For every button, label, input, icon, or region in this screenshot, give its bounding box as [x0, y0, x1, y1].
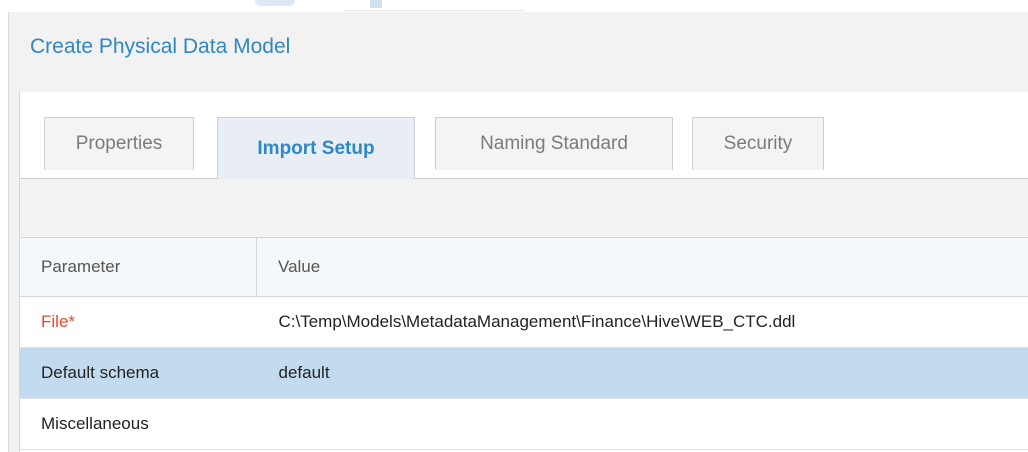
background-fragment	[370, 0, 382, 8]
tab-label: Naming Standard	[480, 133, 628, 154]
tab-security[interactable]: Security	[692, 117, 824, 170]
value-cell[interactable]	[256, 398, 1028, 450]
tab-bar: Properties Import Setup Naming Standard …	[20, 92, 1028, 179]
dialog-title: Create Physical Data Model	[30, 35, 291, 58]
grid-header-row: Parameter Value	[20, 238, 1028, 297]
tab-label: Security	[723, 133, 793, 154]
grid-row-default-schema[interactable]: Default schema default	[20, 347, 1028, 399]
create-physical-data-model-dialog: Create Physical Data Model Properties Im…	[8, 12, 1028, 452]
tab-import-setup[interactable]: Import Setup	[217, 117, 415, 179]
background-window-fragment	[0, 0, 540, 12]
parameter-cell: Miscellaneous	[20, 398, 257, 450]
grid-row-file[interactable]: File* C:\Temp\Models\MetadataManagement\…	[20, 296, 1028, 348]
tab-properties[interactable]: Properties	[44, 117, 194, 170]
grid-toolbar	[20, 179, 1028, 238]
grid-row-miscellaneous[interactable]: Miscellaneous	[20, 398, 1028, 450]
tab-label: Import Setup	[257, 137, 375, 159]
dialog-header: Create Physical Data Model	[9, 12, 1028, 82]
value-cell[interactable]: default	[256, 347, 1028, 399]
tab-label: Properties	[75, 133, 163, 154]
parameters-grid: Parameter Value File* C:\Temp\Models\Met…	[20, 238, 1028, 450]
tab-naming-standard[interactable]: Naming Standard	[435, 117, 673, 170]
column-header-parameter[interactable]: Parameter	[20, 238, 257, 297]
parameter-cell: File*	[20, 296, 257, 348]
background-fragment	[255, 0, 295, 6]
dialog-content: Properties Import Setup Naming Standard …	[19, 92, 1028, 452]
parameter-cell: Default schema	[20, 347, 257, 399]
value-cell[interactable]: C:\Temp\Models\MetadataManagement\Financ…	[256, 296, 1028, 348]
column-header-value[interactable]: Value	[256, 238, 1028, 297]
